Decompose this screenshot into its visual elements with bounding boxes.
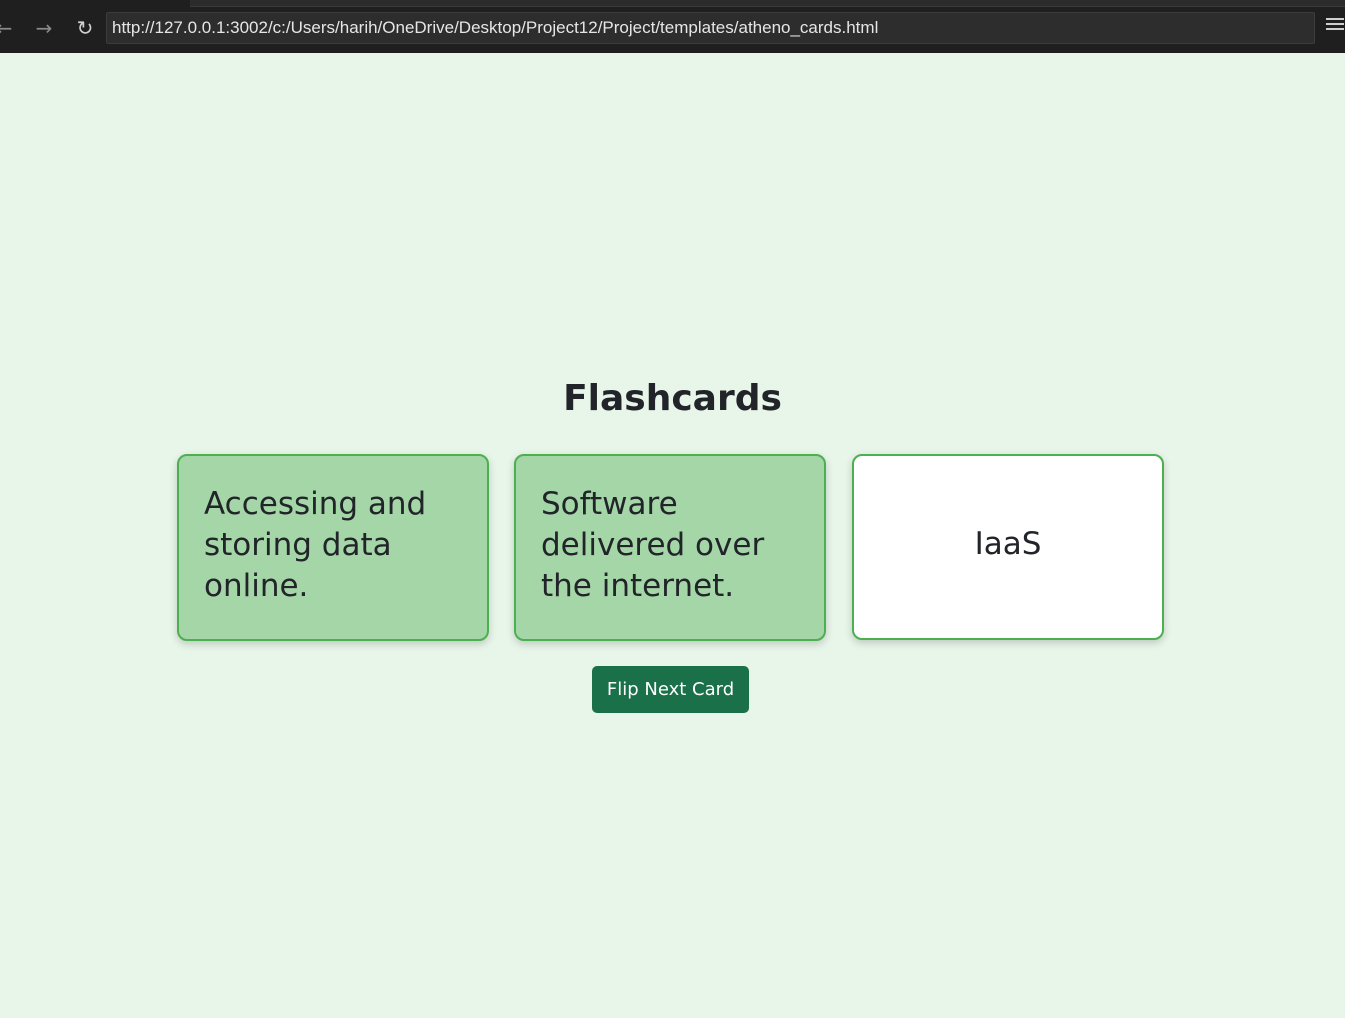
menu-icon-line bbox=[1326, 28, 1344, 30]
menu-icon[interactable] bbox=[1326, 18, 1344, 36]
flashcard-1[interactable]: Accessing and storing data online. bbox=[177, 454, 489, 641]
page-title: Flashcards bbox=[563, 378, 782, 419]
reload-icon[interactable]: ↻ bbox=[71, 14, 99, 42]
browser-toolbar: ← → ↻ http://127.0.0.1:3002/c:/Users/har… bbox=[0, 0, 1345, 53]
menu-icon-line bbox=[1326, 18, 1344, 20]
back-arrow-icon[interactable]: ← bbox=[0, 14, 18, 42]
flashcard-3[interactable]: IaaS bbox=[852, 454, 1164, 640]
flashcard-2[interactable]: Software delivered over the internet. bbox=[514, 454, 826, 641]
flashcard-text: Software delivered over the internet. bbox=[541, 486, 765, 604]
tab-strip bbox=[190, 0, 1345, 7]
address-bar[interactable]: http://127.0.0.1:3002/c:/Users/harih/One… bbox=[106, 12, 1315, 44]
menu-icon-line bbox=[1326, 23, 1344, 25]
flashcard-text: IaaS bbox=[974, 525, 1042, 562]
flashcard-text: Accessing and storing data online. bbox=[204, 486, 427, 604]
forward-arrow-icon[interactable]: → bbox=[30, 14, 58, 42]
flip-next-card-button[interactable]: Flip Next Card bbox=[592, 666, 749, 713]
